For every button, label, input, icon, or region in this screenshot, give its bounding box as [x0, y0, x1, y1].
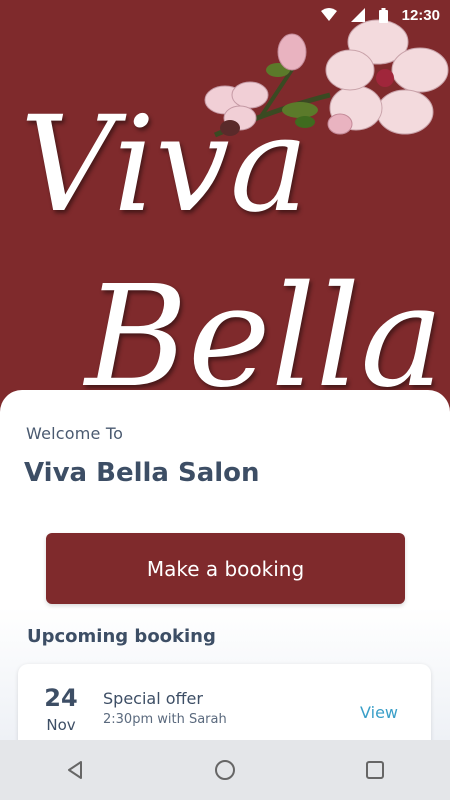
- navigation-bar: [0, 740, 450, 800]
- logo-art: Viva Bella: [20, 19, 449, 419]
- salon-name: Viva Bella Salon: [24, 458, 260, 488]
- back-button[interactable]: [45, 740, 105, 800]
- booking-title: Special offer: [103, 689, 203, 708]
- hero-banner: Viva Bella: [0, 0, 450, 420]
- booking-detail: 2:30pm with Sarah: [103, 712, 227, 727]
- back-icon: [68, 761, 82, 779]
- signal-icon: [350, 8, 365, 22]
- upcoming-booking-heading: Upcoming booking: [27, 626, 216, 647]
- status-time: 12:30: [401, 6, 440, 24]
- home-button[interactable]: [195, 740, 255, 800]
- recents-icon: [366, 761, 384, 779]
- booking-month: Nov: [46, 716, 76, 734]
- status-bar: 12:30: [0, 0, 450, 30]
- home-icon: [215, 760, 235, 780]
- recents-button[interactable]: [345, 740, 405, 800]
- welcome-label: Welcome To: [26, 424, 124, 443]
- view-booking-link[interactable]: View: [360, 703, 398, 722]
- wifi-icon: [320, 8, 337, 22]
- make-booking-button[interactable]: Make a booking: [46, 533, 405, 604]
- battery-icon: [378, 7, 388, 23]
- logo-word-viva: Viva: [20, 88, 309, 242]
- booking-day: 24: [44, 684, 78, 712]
